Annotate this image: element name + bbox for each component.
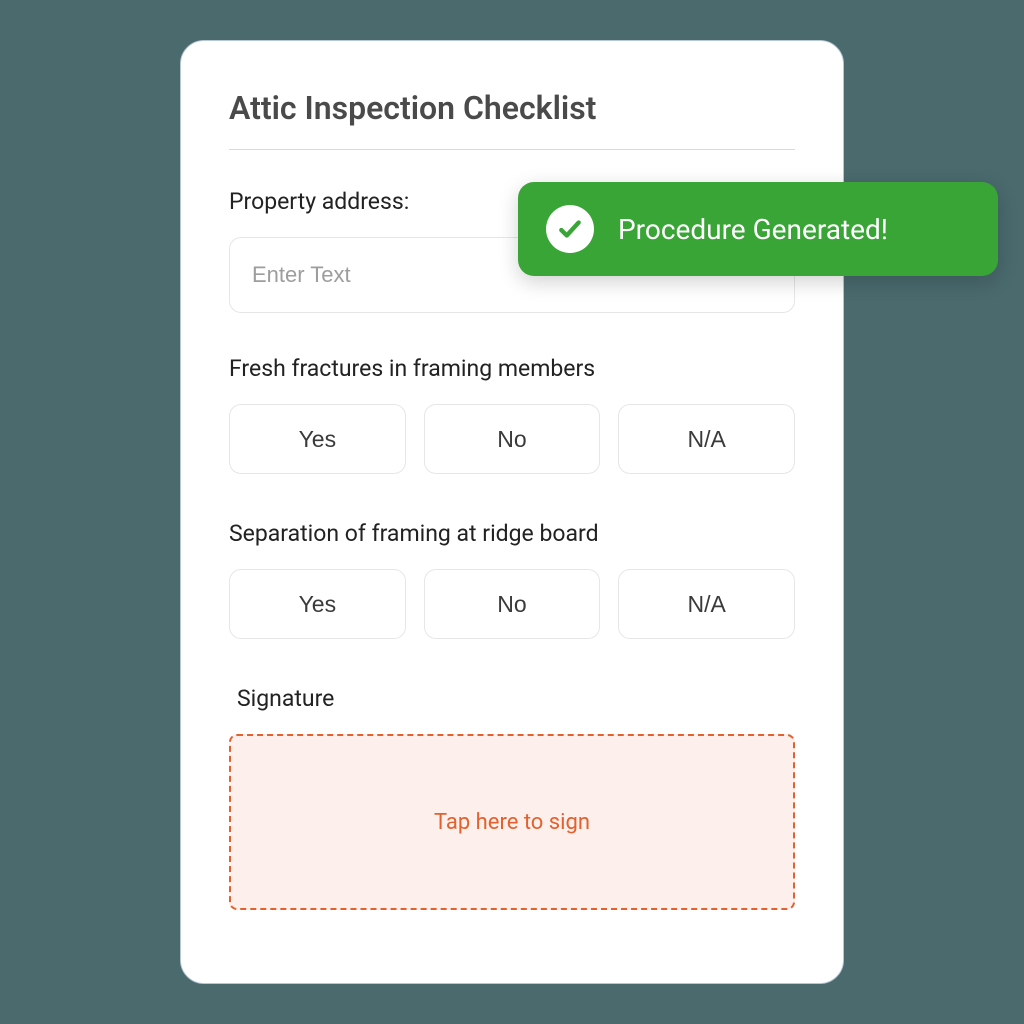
signature-label: Signature bbox=[237, 685, 795, 712]
fresh-fractures-choices: Yes No N/A bbox=[229, 404, 795, 474]
divider bbox=[229, 149, 795, 150]
separation-framing-no-button[interactable]: No bbox=[424, 569, 601, 639]
fresh-fractures-label: Fresh fractures in framing members bbox=[229, 355, 795, 382]
checkmark-icon bbox=[546, 205, 594, 253]
toast-message: Procedure Generated! bbox=[618, 213, 888, 246]
fresh-fractures-no-button[interactable]: No bbox=[424, 404, 601, 474]
separation-framing-yes-button[interactable]: Yes bbox=[229, 569, 406, 639]
separation-framing-na-button[interactable]: N/A bbox=[618, 569, 795, 639]
fresh-fractures-yes-button[interactable]: Yes bbox=[229, 404, 406, 474]
success-toast: Procedure Generated! bbox=[518, 182, 998, 276]
page-title: Attic Inspection Checklist bbox=[229, 89, 795, 127]
separation-framing-label: Separation of framing at ridge board bbox=[229, 520, 795, 547]
signature-placeholder: Tap here to sign bbox=[434, 810, 590, 835]
fresh-fractures-na-button[interactable]: N/A bbox=[618, 404, 795, 474]
separation-framing-choices: Yes No N/A bbox=[229, 569, 795, 639]
signature-box[interactable]: Tap here to sign bbox=[229, 734, 795, 910]
